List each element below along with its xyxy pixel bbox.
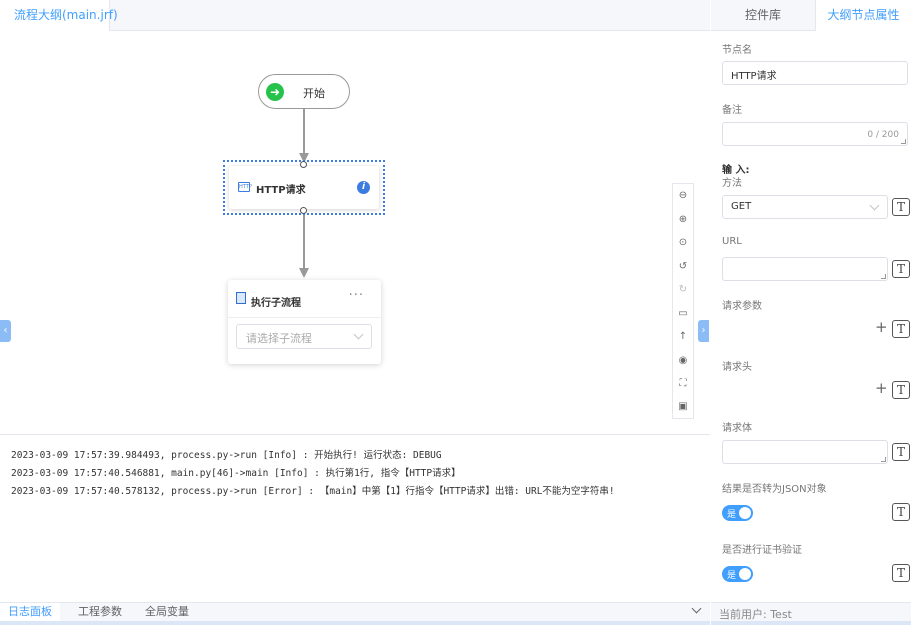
zoom-out-icon[interactable]: ⊖ xyxy=(673,184,693,208)
body-label: 请求体 xyxy=(722,423,752,434)
tab-controls[interactable]: 控件库 xyxy=(711,0,815,31)
editor-tabbar: 流程大纲(main.jrf) xyxy=(0,0,710,31)
flow-canvas[interactable]: ➜ 开始 HTTP HTTP请求 i 执行子流程 ··· 请选择子流程 ⊖ ⊕ … xyxy=(0,31,710,434)
json-toggle-text: 是 xyxy=(727,510,737,520)
right-footer: 当前用户: Test xyxy=(711,602,911,625)
fullscreen-icon[interactable]: ⛶ xyxy=(673,372,693,396)
remark-textarea[interactable]: 0 / 200 xyxy=(722,122,908,146)
subflow-node[interactable]: 执行子流程 ··· 请选择子流程 xyxy=(228,280,381,364)
divider xyxy=(228,317,381,318)
text-mode-icon[interactable]: T xyxy=(892,503,910,521)
url-label: URL xyxy=(722,236,742,247)
tab-outline-props[interactable]: 大纲节点属性 xyxy=(815,0,911,31)
clear-icon[interactable]: ▭ xyxy=(673,302,693,326)
tab-log-panel[interactable]: 日志面板 xyxy=(0,603,60,621)
bottom-tabbar: 日志面板 工程参数 全局变量 xyxy=(0,602,710,625)
bottom-strip xyxy=(711,621,911,625)
editor-main: 流程大纲(main.jrf) ➜ 开始 HTTP HTTP请求 i 执行子流程 … xyxy=(0,0,710,625)
body-textarea[interactable] xyxy=(722,440,888,464)
chevron-down-icon xyxy=(869,200,880,211)
tab-project-params[interactable]: 工程参数 xyxy=(78,603,122,621)
undo-icon[interactable]: ↺ xyxy=(673,255,693,279)
chevron-down-icon[interactable] xyxy=(691,603,702,614)
headers-label: 请求头 xyxy=(722,362,752,373)
preview-icon[interactable]: ◉ xyxy=(673,349,693,373)
text-mode-icon[interactable]: T xyxy=(892,260,910,278)
zoom-in-icon[interactable]: ⊕ xyxy=(673,208,693,232)
edge-arrow xyxy=(299,268,309,278)
current-user: 当前用户: Test xyxy=(719,608,792,621)
add-header-icon[interactable]: + xyxy=(875,381,888,396)
json-toggle[interactable]: 是 xyxy=(722,505,753,521)
collapse-left-button[interactable]: ‹ xyxy=(0,320,11,342)
text-mode-icon[interactable]: T xyxy=(892,443,910,461)
subflow-node-label: 执行子流程 xyxy=(251,298,301,309)
image-icon[interactable]: ▣ xyxy=(673,395,693,419)
text-mode-icon[interactable]: T xyxy=(892,320,910,338)
arrow-right-icon: ➜ xyxy=(266,83,284,101)
remark-label: 备注 xyxy=(722,105,742,116)
cert-toggle-text: 是 xyxy=(727,571,737,581)
resize-handle-icon[interactable] xyxy=(881,274,886,279)
log-line: 2023-03-09 17:57:40.546881, main.py[46]-… xyxy=(11,468,461,479)
cert-toggle[interactable]: 是 xyxy=(722,566,753,582)
edge-start-to-http xyxy=(303,109,305,155)
add-param-icon[interactable]: + xyxy=(875,320,888,335)
resize-handle-icon[interactable] xyxy=(881,457,886,462)
subflow-select-placeholder: 请选择子流程 xyxy=(246,332,312,345)
tab-main-outline[interactable]: 流程大纲(main.jrf) xyxy=(0,0,118,31)
method-label: 方法 xyxy=(722,178,742,189)
http-icon: HTTP xyxy=(238,182,252,192)
http-node-label: HTTP请求 xyxy=(256,185,306,196)
start-node-label: 开始 xyxy=(303,87,325,100)
bottom-strip xyxy=(0,621,710,625)
http-out-port[interactable] xyxy=(300,207,307,214)
toggle-knob xyxy=(739,568,751,580)
http-in-port[interactable] xyxy=(300,161,307,168)
json-label: 结果是否转为JSON对象 xyxy=(722,484,827,495)
toggle-knob xyxy=(739,507,751,519)
up-arrow-icon[interactable]: ↑ xyxy=(673,325,693,349)
collapse-right-button[interactable]: › xyxy=(698,320,709,342)
start-node[interactable]: ➜ 开始 xyxy=(258,74,350,109)
log-line: 2023-03-09 17:57:40.578132, process.py->… xyxy=(11,486,615,497)
locate-icon[interactable]: ⊙ xyxy=(673,231,693,255)
more-icon[interactable]: ··· xyxy=(349,288,364,303)
resize-handle-icon[interactable] xyxy=(901,139,906,144)
subflow-select[interactable]: 请选择子流程 xyxy=(236,324,372,349)
url-textarea[interactable] xyxy=(722,257,888,281)
tab-global-vars[interactable]: 全局变量 xyxy=(145,603,189,621)
document-icon xyxy=(236,292,246,304)
node-name-input[interactable]: HTTP请求 xyxy=(722,61,908,85)
text-mode-icon[interactable]: T xyxy=(892,198,910,216)
node-name-label: 节点名 xyxy=(722,45,752,56)
text-mode-icon[interactable]: T xyxy=(892,564,910,582)
chevron-down-icon xyxy=(353,329,364,340)
redo-icon[interactable]: ↻ xyxy=(673,278,693,302)
method-select[interactable]: GET xyxy=(722,195,888,219)
edge-http-to-subflow xyxy=(303,213,305,269)
log-line: 2023-03-09 17:57:39.984493, process.py->… xyxy=(11,450,442,461)
text-mode-icon[interactable]: T xyxy=(892,381,910,399)
properties-panel: 控件库 大纲节点属性 节点名 HTTP请求 备注 0 / 200 输 入: 方法… xyxy=(711,0,911,625)
http-request-node[interactable]: HTTP HTTP请求 i xyxy=(229,166,379,209)
method-value: GET xyxy=(731,201,752,212)
right-tabbar: 控件库 大纲节点属性 xyxy=(711,0,911,31)
log-panel: 2023-03-09 17:57:39.984493, process.py->… xyxy=(0,434,710,602)
node-name-value: HTTP请求 xyxy=(731,71,777,82)
remark-counter: 0 / 200 xyxy=(867,130,899,140)
cert-label: 是否进行证书验证 xyxy=(722,545,802,556)
info-icon[interactable]: i xyxy=(357,181,370,194)
params-label: 请求参数 xyxy=(722,301,762,312)
canvas-toolbar: ⊖ ⊕ ⊙ ↺ ↻ ▭ ↑ ◉ ⛶ ▣ xyxy=(672,183,694,419)
app-root: 流程大纲(main.jrf) ➜ 开始 HTTP HTTP请求 i 执行子流程 … xyxy=(0,0,911,625)
